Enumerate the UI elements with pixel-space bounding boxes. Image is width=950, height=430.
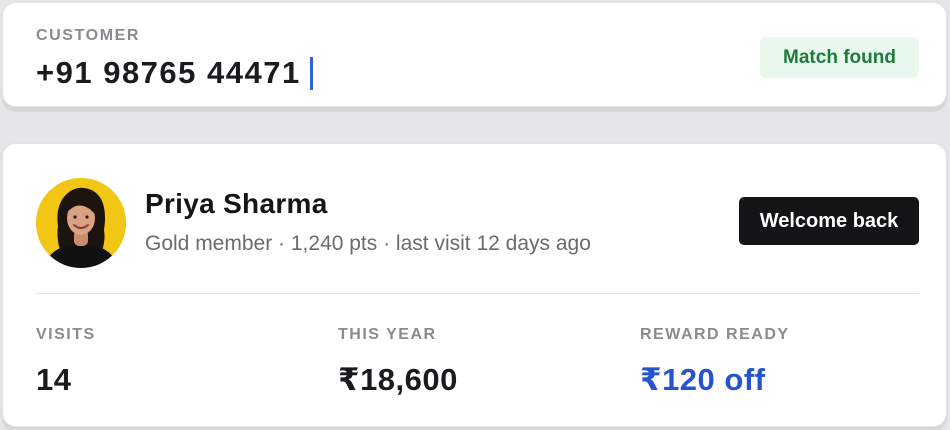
customer-lookup-card: CUSTOMER +91 98765 44471 Match found — [2, 2, 947, 107]
customer-name: Priya Sharma — [145, 188, 328, 219]
stat-this-year-value: ₹18,600 — [338, 362, 458, 397]
text-caret — [309, 56, 313, 90]
stat-reward-label: REWARD READY — [640, 326, 790, 343]
stat-visits: VISITS 14 — [36, 326, 96, 398]
avatar — [36, 178, 126, 268]
phone-input[interactable]: +91 98765 44471 — [36, 55, 313, 91]
welcome-back-button[interactable]: Welcome back — [739, 197, 919, 245]
customer-profile-card: Priya Sharma Gold member · 1,240 pts · l… — [2, 143, 947, 427]
match-status-badge: Match found — [760, 37, 919, 78]
customer-meta: Gold member · 1,240 pts · last visit 12 … — [145, 232, 591, 255]
stat-this-year: THIS YEAR ₹18,600 — [338, 326, 458, 398]
stat-reward-ready: REWARD READY ₹120 off — [640, 326, 790, 398]
stat-reward-value: ₹120 off — [640, 362, 766, 397]
stat-this-year-label: THIS YEAR — [338, 326, 437, 343]
divider — [36, 293, 919, 294]
stat-visits-label: VISITS — [36, 326, 96, 343]
phone-input-value[interactable]: +91 98765 44471 — [36, 55, 301, 91]
avatar-portrait-icon — [36, 178, 126, 268]
stat-visits-value: 14 — [36, 362, 72, 397]
customer-label: CUSTOMER — [36, 27, 141, 44]
